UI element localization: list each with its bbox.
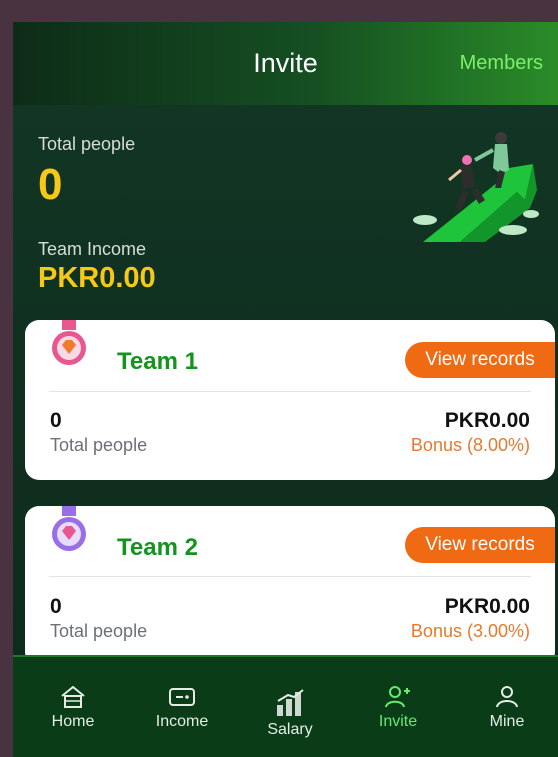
add-user-icon — [385, 686, 410, 708]
medal-icon — [52, 506, 86, 551]
team-count-value: 0 — [50, 409, 62, 432]
climbing-team-illustration — [413, 132, 539, 242]
app-screen: Invite Members Total people 0 Team Incom… — [13, 22, 558, 757]
view-records-button[interactable]: View records — [405, 342, 555, 378]
tab-invite[interactable]: Invite — [348, 685, 448, 731]
team-name: Team 2 — [117, 534, 198, 561]
tab-mine[interactable]: Mine — [457, 685, 557, 731]
team-income-label: Team Income — [38, 239, 147, 259]
members-link[interactable]: Members — [460, 52, 543, 75]
team-count-value: 0 — [50, 595, 62, 618]
card-divider — [49, 391, 531, 392]
medal-icon — [52, 320, 86, 365]
tab-home[interactable]: Home — [23, 685, 123, 731]
card-divider — [49, 576, 531, 577]
team-card: Team 2 View records 0 Total people PKR0.… — [25, 506, 555, 666]
total-people-label: Total people — [38, 134, 136, 154]
team-bonus-label: Bonus (3.00%) — [410, 621, 530, 641]
bar-chart-icon — [277, 689, 304, 716]
view-records-button[interactable]: View records — [405, 527, 555, 563]
team-count-label: Total people — [50, 621, 148, 641]
team-amount-value: PKR0.00 — [444, 409, 530, 432]
team-name: Team 1 — [117, 348, 198, 375]
tab-label: Mine — [489, 713, 525, 730]
team-bonus-label: Bonus (8.00%) — [410, 435, 530, 455]
team-count-label: Total people — [50, 435, 148, 455]
team-amount-value: PKR0.00 — [444, 595, 530, 618]
header-bar: Invite Members — [13, 22, 558, 105]
team-income-value: PKR0.00 — [38, 262, 156, 294]
tab-label: Salary — [267, 721, 313, 738]
wallet-icon — [169, 688, 195, 706]
team-card: Team 1 View records 0 Total people PKR0.… — [25, 320, 555, 480]
tab-salary[interactable]: Salary — [240, 687, 340, 739]
tab-label: Home — [51, 713, 95, 730]
home-icon — [61, 685, 85, 708]
total-people-value: 0 — [38, 160, 63, 209]
bottom-tab-bar: Home Income Salary Invite Mine — [13, 655, 558, 757]
person-icon — [496, 686, 518, 708]
tab-label: Invite — [378, 713, 418, 730]
tab-label: Income — [155, 713, 209, 730]
tab-income[interactable]: Income — [132, 685, 232, 731]
